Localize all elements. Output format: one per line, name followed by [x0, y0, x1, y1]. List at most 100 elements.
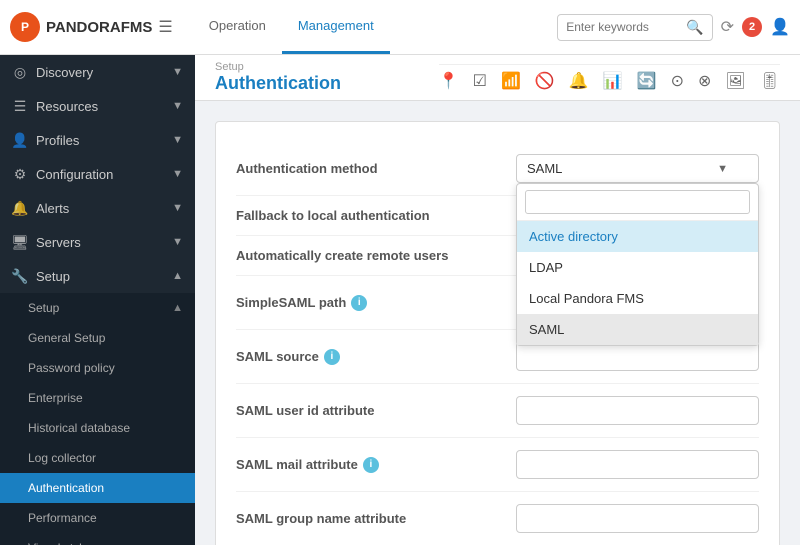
auth-method-field: SAML ▼ Active directory LDAP — [516, 154, 759, 183]
setup-body: Authentication method SAML ▼ — [195, 101, 800, 545]
saml-group-input[interactable] — [516, 504, 759, 533]
auth-method-select-wrapper: SAML ▼ Active directory LDAP — [516, 154, 759, 183]
simple-saml-info-icon[interactable]: i — [351, 295, 367, 311]
fallback-label: Fallback to local authentication — [236, 208, 516, 223]
resources-icon: ☰ — [12, 98, 28, 114]
tab-operation[interactable]: Operation — [193, 0, 282, 54]
saml-group-field — [516, 504, 759, 533]
sidebar-item-historical-database[interactable]: Historical database — [0, 413, 195, 443]
page-title: Authentication — [215, 73, 341, 100]
saml-mail-field — [516, 450, 759, 479]
saml-userid-row: SAML user id attribute — [236, 384, 759, 438]
sidebar-item-label-servers: Servers — [36, 235, 81, 250]
toolbar-wifi-icon[interactable]: 📶 — [501, 71, 521, 91]
saml-group-row: SAML group name attribute — [236, 492, 759, 545]
dropdown-search-area[interactable] — [517, 184, 758, 221]
auth-method-label: Authentication method — [236, 161, 516, 176]
toolbar-sliders-icon[interactable]: 🎚 — [760, 71, 780, 91]
sidebar-item-resources[interactable]: ☰ Resources ▼ — [0, 89, 195, 123]
saml-source-info-icon[interactable]: i — [324, 349, 340, 365]
main-content: Setup Authentication 📍 ☑ 📶 🚫 🔔 📊 🔄 ⊙ ⊗ � — [195, 55, 800, 545]
sidebar-item-discovery[interactable]: ◎ Discovery ▼ — [0, 55, 195, 89]
setup-sub-chevron-icon: ▲ — [172, 302, 183, 314]
servers-icon: 🖥 — [12, 234, 28, 250]
dropdown-option-saml[interactable]: SAML — [517, 314, 758, 345]
configuration-chevron-icon: ▼ — [172, 168, 183, 180]
notification-badge[interactable]: 2 — [742, 17, 762, 37]
profiles-chevron-icon: ▼ — [172, 134, 183, 146]
sidebar-item-enterprise[interactable]: Enterprise — [0, 383, 195, 413]
sidebar-item-performance[interactable]: Performance — [0, 503, 195, 533]
historical-database-label: Historical database — [28, 421, 130, 435]
saml-userid-field — [516, 396, 759, 425]
menu-toggle-icon[interactable]: ☰ — [158, 17, 172, 37]
search-box[interactable]: 🔍 — [557, 14, 712, 41]
auth-form-section: Authentication method SAML ▼ — [215, 121, 780, 545]
auth-method-select[interactable]: SAML ▼ — [516, 154, 759, 183]
authentication-label: Authentication — [28, 481, 104, 495]
sidebar-item-label-discovery: Discovery — [36, 65, 93, 80]
sidebar-item-servers[interactable]: 🖥 Servers ▼ — [0, 225, 195, 259]
sidebar-setup-sublabel: Setup — [28, 301, 59, 315]
resources-chevron-icon: ▼ — [172, 100, 183, 112]
toolbar-location-icon[interactable]: 📍 — [439, 71, 459, 91]
user-menu-icon[interactable]: 👤 — [770, 17, 790, 37]
general-setup-label: General Setup — [28, 331, 105, 345]
selected-value: SAML — [527, 161, 562, 176]
sidebar-item-log-collector[interactable]: Log collector — [0, 443, 195, 473]
nav-tabs: Operation Management — [193, 0, 390, 54]
breadcrumb: Setup — [215, 61, 341, 73]
refresh-icon[interactable]: ⟳ — [721, 17, 734, 37]
discovery-icon: ◎ — [12, 64, 28, 80]
toolbar-chart-icon[interactable]: 📊 — [603, 71, 623, 91]
enterprise-label: Enterprise — [28, 391, 83, 405]
simple-saml-label: SimpleSAML path i — [236, 295, 516, 311]
dropdown-option-local[interactable]: Local Pandora FMS — [517, 283, 758, 314]
toolbar-bell-icon[interactable]: 🔔 — [569, 71, 589, 91]
password-policy-label: Password policy — [28, 361, 115, 375]
toolbar-xmark-icon[interactable]: ⊗ — [698, 71, 711, 91]
toolbar-arrows-icon[interactable]: 🔄 — [637, 71, 657, 91]
servers-chevron-icon: ▼ — [172, 236, 183, 248]
search-input[interactable] — [566, 20, 686, 34]
sidebar-item-setup[interactable]: 🔧 Setup ▲ — [0, 259, 195, 293]
sidebar-item-alerts[interactable]: 🔔 Alerts ▼ — [0, 191, 195, 225]
toolbar-check-icon[interactable]: ☑ — [473, 71, 487, 91]
alerts-icon: 🔔 — [12, 200, 28, 216]
sidebar-item-password-policy[interactable]: Password policy — [0, 353, 195, 383]
saml-mail-info-icon[interactable]: i — [363, 457, 379, 473]
sidebar-item-general-setup[interactable]: General Setup — [0, 323, 195, 353]
profiles-icon: 👤 — [12, 132, 28, 148]
toolbar-image-icon[interactable]: 🖼 — [725, 71, 745, 91]
logo-area: P PANDORAFMS ☰ — [10, 12, 173, 42]
setup-chevron-icon: ▲ — [172, 270, 183, 282]
setup-toolbar: 📍 ☑ 📶 🚫 🔔 📊 🔄 ⊙ ⊗ 🖼 🎚 — [439, 64, 780, 97]
sidebar-item-visual-styles[interactable]: Visual styles — [0, 533, 195, 545]
dropdown-option-ldap[interactable]: LDAP — [517, 252, 758, 283]
toolbar-no-wifi-icon[interactable]: 🚫 — [535, 71, 555, 91]
toolbar-dot-icon[interactable]: ⊙ — [671, 71, 684, 91]
saml-mail-input[interactable] — [516, 450, 759, 479]
auth-dropdown-menu: Active directory LDAP Local Pandora FMS … — [516, 183, 759, 346]
visual-styles-label: Visual styles — [28, 541, 94, 545]
tab-management[interactable]: Management — [282, 0, 390, 54]
sidebar-item-label-configuration: Configuration — [36, 167, 113, 182]
setup-icon: 🔧 — [12, 268, 28, 284]
sidebar-item-configuration[interactable]: ⚙ Configuration ▼ — [0, 157, 195, 191]
setup-header: Setup Authentication 📍 ☑ 📶 🚫 🔔 📊 🔄 ⊙ ⊗ � — [195, 55, 800, 101]
dropdown-option-active-directory[interactable]: Active directory — [517, 221, 758, 252]
sidebar-item-profiles[interactable]: 👤 Profiles ▼ — [0, 123, 195, 157]
logo-text: PANDORAFMS — [46, 19, 152, 36]
saml-userid-input[interactable] — [516, 396, 759, 425]
saml-source-input[interactable] — [516, 342, 759, 371]
logo-icon: P — [10, 12, 40, 42]
sidebar-item-label-resources: Resources — [36, 99, 98, 114]
dropdown-search-input[interactable] — [525, 190, 750, 214]
discovery-chevron-icon: ▼ — [172, 66, 183, 78]
saml-userid-label: SAML user id attribute — [236, 403, 516, 418]
sidebar-item-label-setup: Setup — [36, 269, 70, 284]
sidebar-item-authentication[interactable]: Authentication — [0, 473, 195, 503]
log-collector-label: Log collector — [28, 451, 96, 465]
saml-source-field — [516, 342, 759, 371]
search-icon[interactable]: 🔍 — [686, 19, 703, 36]
